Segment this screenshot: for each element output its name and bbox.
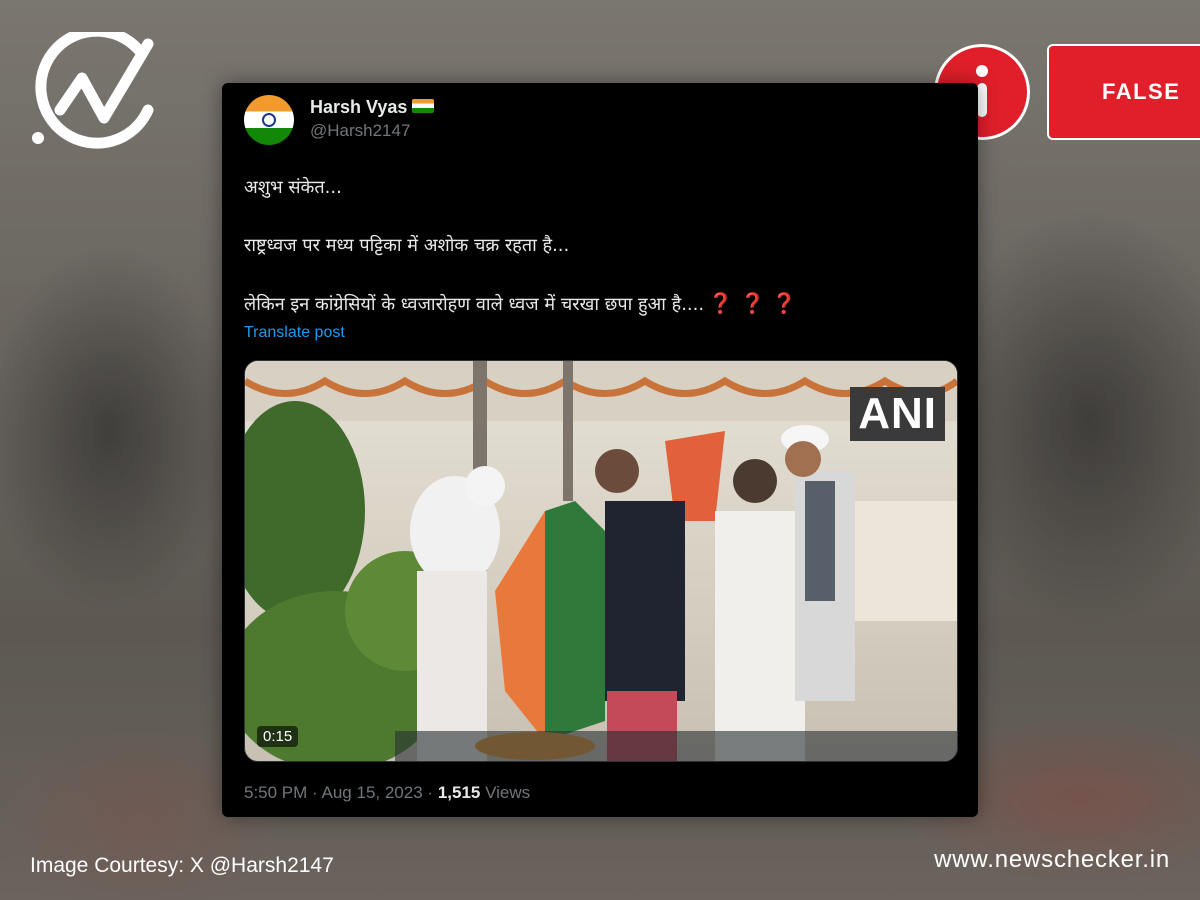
avatar[interactable]	[244, 95, 294, 145]
image-courtesy-caption: Image Courtesy: X @Harsh2147	[30, 854, 334, 877]
views-label: Views	[485, 783, 531, 802]
question-mark-emojis: ❓ ❓ ❓	[708, 291, 797, 315]
verdict-badge: FALSE	[1047, 44, 1200, 140]
website-url: www.newschecker.in	[934, 846, 1170, 873]
tweet-text-line-1: अशुभ संकेत...	[244, 177, 342, 198]
translate-post-link[interactable]: Translate post	[244, 324, 345, 342]
tweet-date[interactable]: Aug 15, 2023	[322, 783, 423, 802]
tweet-card: Harsh Vyas @Harsh2147 अशुभ संकेत... राष्…	[222, 83, 978, 817]
meta-separator: ·	[312, 783, 318, 802]
display-name-text: Harsh Vyas	[310, 97, 408, 117]
tweet-time[interactable]: 5:50 PM	[244, 783, 307, 802]
video-watermark: ANI	[850, 387, 945, 441]
user-handle[interactable]: @Harsh2147	[310, 121, 410, 141]
video-player[interactable]: ANI 0:15	[244, 360, 958, 762]
tweet-meta: 5:50 PM · Aug 15, 2023 · 1,515 Views	[244, 783, 530, 803]
tweet-text-line-2: राष्ट्रध्वज पर मध्य पट्टिका में अशोक चक्…	[244, 235, 570, 256]
meta-separator: ·	[427, 783, 434, 802]
tweet-text-line-3-text: लेकिन इन कांग्रेसियों के ध्वजारोहण वाले …	[244, 294, 705, 315]
checkmark-logo-icon	[32, 32, 154, 149]
video-duration: 0:15	[257, 726, 299, 747]
tweet-text-line-3: लेकिन इन कांग्रेसियों के ध्वजारोहण वाले …	[244, 291, 797, 316]
indian-flag-icon	[412, 99, 435, 114]
display-name[interactable]: Harsh Vyas	[310, 97, 435, 118]
views-count: 1,515	[437, 783, 481, 802]
